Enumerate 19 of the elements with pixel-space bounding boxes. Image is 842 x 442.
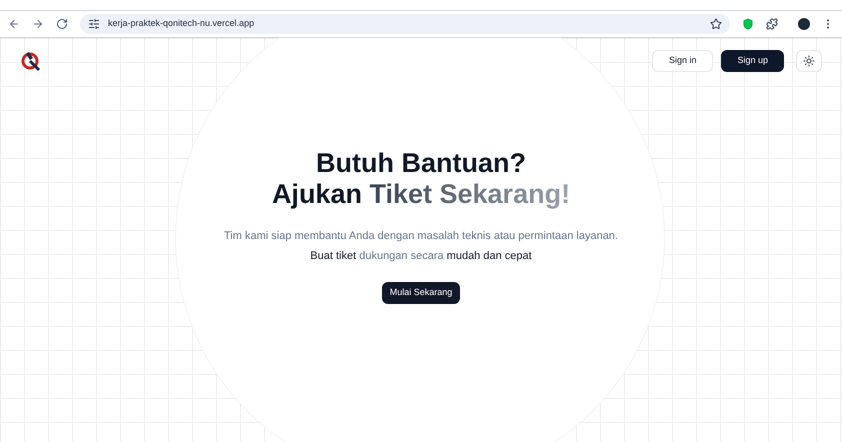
reload-icon[interactable]	[56, 18, 68, 30]
back-icon[interactable]	[8, 18, 20, 30]
logo-icon	[20, 50, 42, 72]
url-text: kerja-praktek-qonitech-nu.vercel.app	[108, 17, 254, 30]
hero-subtitle: Tim kami siap membantu Anda dengan masalah teknis atau permintaan layanan.	[224, 229, 618, 244]
sign-up-button[interactable]: Sign up	[721, 50, 784, 72]
profile-avatar[interactable]	[798, 18, 810, 30]
sign-in-button[interactable]: Sign in	[652, 50, 714, 72]
hero-title: Butuh Bantuan?	[316, 148, 526, 178]
sun-icon	[803, 55, 815, 67]
extensions-icon[interactable]	[766, 18, 778, 30]
address-bar[interactable]: kerja-praktek-qonitech-nu.vercel.app	[80, 14, 730, 34]
forward-icon[interactable]	[32, 18, 44, 30]
site-settings-icon[interactable]	[88, 18, 100, 30]
hero-tagline: Buat tiket dukungan secara mudah dan cepat	[310, 248, 532, 264]
shield-icon[interactable]	[742, 18, 754, 30]
bookmark-star-icon[interactable]	[710, 18, 722, 30]
theme-toggle-button[interactable]	[796, 50, 822, 72]
start-button[interactable]: Mulai Sekarang	[382, 282, 460, 304]
